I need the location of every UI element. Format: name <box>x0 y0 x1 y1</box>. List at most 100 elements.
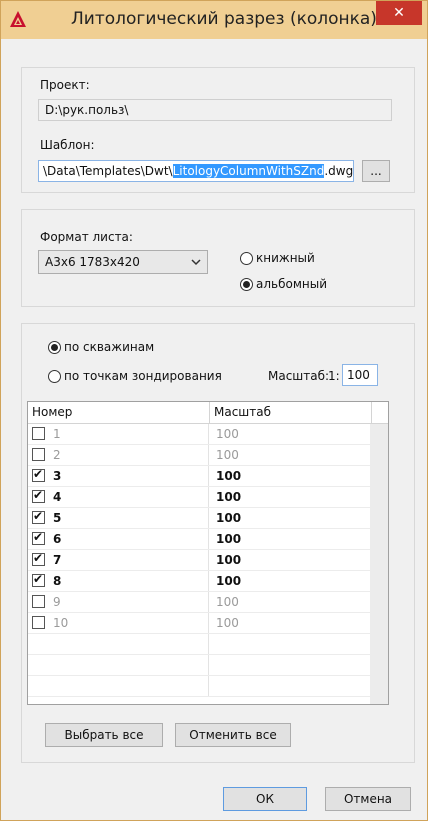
row-checkbox[interactable] <box>32 448 45 461</box>
template-selected-text: LitologyColumnWithSZnd <box>172 164 325 178</box>
row-divider <box>28 444 372 445</box>
row-number: 7 <box>53 553 62 567</box>
number-cell: 5 <box>28 508 209 529</box>
row-number: 8 <box>53 574 62 588</box>
scale-cell: 100 <box>210 613 372 634</box>
project-label: Проект: <box>40 78 90 92</box>
row-number: 9 <box>53 595 61 609</box>
chevron-down-icon <box>191 259 201 266</box>
mode-wells-radio[interactable] <box>48 341 61 354</box>
number-cell: 3 <box>28 466 209 487</box>
vertical-scrollbar[interactable] <box>370 424 388 704</box>
number-cell: 2 <box>28 445 209 466</box>
scale-cell: 100 <box>210 508 372 529</box>
table-row[interactable]: 5 100 <box>28 508 372 529</box>
row-divider <box>28 507 372 508</box>
row-divider <box>28 528 372 529</box>
ok-button[interactable]: ОК <box>223 787 307 811</box>
scale-cell: 100 <box>210 424 372 445</box>
row-checkbox[interactable] <box>32 427 45 440</box>
number-cell: 1 <box>28 424 209 445</box>
row-scale: 100 <box>216 469 242 483</box>
orientation-landscape-radio[interactable] <box>240 278 253 291</box>
table-row[interactable]: 9 100 <box>28 592 372 613</box>
table-row[interactable]: 4 100 <box>28 487 372 508</box>
scale-cell: 100 <box>210 571 372 592</box>
project-field: D:\рук.польз\ <box>38 99 392 121</box>
table-row[interactable]: 2 100 <box>28 445 372 466</box>
select-all-button[interactable]: Выбрать все <box>45 723 163 747</box>
template-path-prefix: \Data\Templates\Dwt\ <box>43 164 173 178</box>
scale-cell: 100 <box>210 550 372 571</box>
row-number: 5 <box>53 511 62 525</box>
browse-button[interactable]: ... <box>362 160 390 182</box>
sheet-panel: Формат листа: А3х6 1783х420 книжный альб… <box>21 209 415 307</box>
row-scale: 100 <box>216 511 242 525</box>
row-number: 4 <box>53 490 62 504</box>
project-panel: Проект: D:\рук.польз\ Шаблон: \Data\Temp… <box>21 67 415 193</box>
scale-cell: 100 <box>210 445 372 466</box>
row-number: 3 <box>53 469 62 483</box>
row-divider <box>28 696 372 697</box>
table-row[interactable]: 8 100 <box>28 571 372 592</box>
table-row[interactable]: 7 100 <box>28 550 372 571</box>
mode-points-label: по точкам зондирования <box>64 369 222 383</box>
mode-points-radio[interactable] <box>48 370 61 383</box>
table-row[interactable]: 3 100 <box>28 466 372 487</box>
row-checkbox[interactable] <box>32 467 45 482</box>
row-checkbox[interactable] <box>32 616 45 629</box>
mode-wells-label: по скважинам <box>64 340 155 354</box>
number-cell: 10 <box>28 613 209 634</box>
orientation-portrait-radio[interactable] <box>240 252 253 265</box>
scale-label: Масштаб: <box>268 369 330 383</box>
row-scale: 100 <box>216 553 242 567</box>
row-divider <box>28 486 372 487</box>
row-scale: 100 <box>216 616 239 630</box>
scale-input[interactable]: 100 <box>342 364 378 386</box>
row-divider <box>28 591 372 592</box>
title-bar: Литологический разрез (колонка) ✕ <box>1 1 427 39</box>
close-button[interactable]: ✕ <box>376 1 422 25</box>
scale-prefix: 1: <box>328 369 340 383</box>
row-checkbox[interactable] <box>32 488 45 503</box>
sheet-format-dropdown[interactable]: А3х6 1783х420 <box>38 250 208 274</box>
empty-cell <box>28 676 209 697</box>
empty-cell <box>28 655 209 676</box>
row-checkbox[interactable] <box>32 551 45 566</box>
row-scale: 100 <box>216 427 239 441</box>
row-divider <box>28 465 372 466</box>
scale-cell: 100 <box>210 592 372 613</box>
number-cell: 7 <box>28 550 209 571</box>
table-row[interactable]: 1 100 <box>28 424 372 445</box>
number-cell: 4 <box>28 487 209 508</box>
scale-cell: 100 <box>210 529 372 550</box>
row-divider <box>28 612 372 613</box>
column-header-filler <box>372 402 388 424</box>
row-scale: 100 <box>216 490 242 504</box>
row-divider <box>28 549 372 550</box>
autocad-logo-icon <box>10 11 26 27</box>
table-row[interactable]: 6 100 <box>28 529 372 550</box>
empty-row <box>28 634 372 655</box>
template-label: Шаблон: <box>40 138 95 152</box>
row-checkbox[interactable] <box>32 572 45 587</box>
row-checkbox[interactable] <box>32 530 45 545</box>
row-checkbox[interactable] <box>32 595 45 608</box>
row-scale: 100 <box>216 595 239 609</box>
row-number: 1 <box>53 427 61 441</box>
row-divider <box>28 654 372 655</box>
orientation-landscape-label: альбомный <box>256 277 328 291</box>
window-title: Литологический разрез (колонка) <box>71 9 377 29</box>
column-header-scale[interactable]: Масштаб <box>210 402 372 424</box>
template-input[interactable]: \Data\Templates\Dwt\LitologyColumnWithSZ… <box>38 160 354 182</box>
deselect-all-button[interactable]: Отменить все <box>175 723 291 747</box>
row-scale: 100 <box>216 532 242 546</box>
cancel-button[interactable]: Отмена <box>325 787 411 811</box>
column-header-number[interactable]: Номер <box>28 402 210 424</box>
empty-row <box>28 676 372 697</box>
table-row[interactable]: 10 100 <box>28 613 372 634</box>
dialog-window: Литологический разрез (колонка) ✕ Проект… <box>0 0 428 821</box>
number-cell: 8 <box>28 571 209 592</box>
row-checkbox[interactable] <box>32 509 45 524</box>
empty-row <box>28 655 372 676</box>
